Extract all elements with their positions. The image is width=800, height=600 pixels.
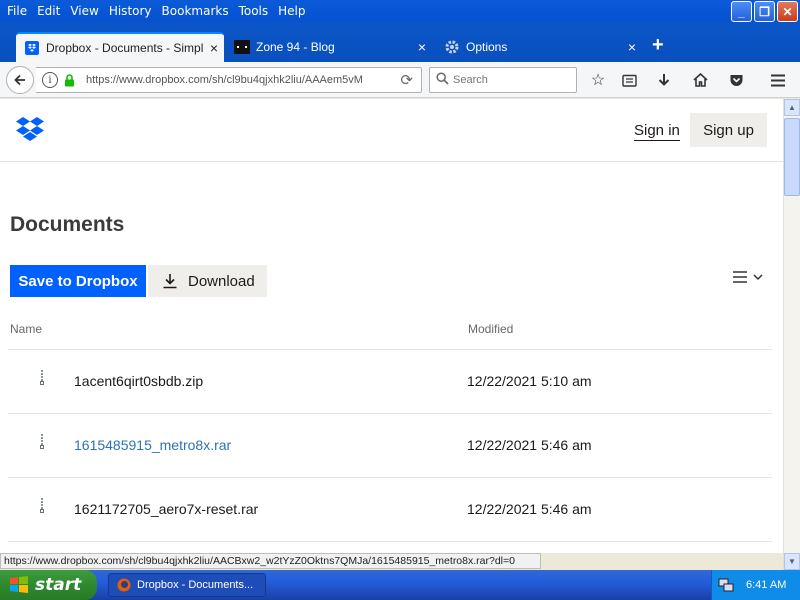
hamburger-menu-icon[interactable]	[766, 68, 790, 92]
file-name[interactable]: 1acent6qirt0sbdb.zip	[74, 373, 203, 389]
maximize-button[interactable]: ❐	[754, 1, 775, 22]
vertical-scrollbar[interactable]: ▲ ▼	[783, 99, 800, 570]
tab-label: Zone 94 - Blog	[256, 40, 335, 54]
taskbar: start Dropbox - Documents... 6:41 AM	[0, 570, 800, 600]
system-tray: 6:41 AM	[711, 570, 800, 600]
tab-zone94[interactable]: Zone 94 - Blog ×	[226, 32, 432, 62]
save-to-dropbox-button[interactable]: Save to Dropbox	[10, 265, 146, 297]
reading-list-icon[interactable]	[617, 68, 641, 92]
back-button[interactable]	[6, 66, 34, 94]
menu-edit[interactable]: Edit	[32, 0, 65, 22]
file-row[interactable]: 1615485915_metro8x.rar 12/22/2021 5:46 a…	[8, 413, 772, 477]
file-modified: 12/22/2021 5:46 am	[467, 437, 592, 453]
tab-label: Options	[466, 40, 508, 54]
status-url: https://www.dropbox.com/sh/cl9bu4qjxhk2l…	[0, 553, 541, 569]
menu-file[interactable]: File	[2, 0, 32, 22]
scroll-up-icon[interactable]: ▲	[784, 99, 800, 116]
file-modified: 12/22/2021 5:10 am	[467, 373, 592, 389]
lock-icon	[64, 73, 80, 87]
list-view-icon	[733, 271, 747, 283]
url-bar[interactable]: i https://www.dropbox.com/sh/cl9bu4qjxhk…	[36, 67, 422, 93]
scroll-thumb[interactable]	[784, 118, 800, 196]
windows-logo-icon	[10, 576, 28, 593]
scroll-down-icon[interactable]: ▼	[784, 553, 800, 570]
close-tab-icon[interactable]: ×	[622, 39, 642, 55]
menu-view[interactable]: View	[65, 0, 103, 22]
tab-strip: Dropbox - Documents - Simpli... × Zone 9…	[0, 22, 800, 62]
download-button[interactable]: Download	[148, 265, 267, 297]
menu-bookmarks[interactable]: Bookmarks	[157, 0, 234, 22]
close-tab-icon[interactable]: ×	[204, 40, 224, 56]
zip-file-icon	[37, 370, 47, 389]
menu-history[interactable]: History	[104, 0, 157, 22]
taskbar-item-label: Dropbox - Documents...	[137, 579, 254, 591]
column-header-name[interactable]: Name	[10, 322, 42, 336]
zip-file-icon	[37, 434, 47, 453]
pocket-icon[interactable]	[724, 68, 748, 92]
tab-label: Dropbox - Documents - Simpli...	[46, 41, 204, 55]
file-row[interactable]: 1621172705_aero7x-reset.rar 12/22/2021 5…	[8, 477, 772, 541]
column-header-modified[interactable]: Modified	[468, 322, 513, 336]
sign-in-link[interactable]: Sign in	[634, 122, 680, 141]
firefox-icon	[117, 578, 131, 592]
network-icon[interactable]	[718, 578, 734, 592]
file-name[interactable]: 1615485915_metro8x.rar	[74, 437, 231, 453]
menu-tools[interactable]: Tools	[234, 0, 274, 22]
zone94-icon	[234, 39, 250, 55]
minimize-button[interactable]: _	[731, 1, 752, 22]
menu-help[interactable]: Help	[273, 0, 310, 22]
gear-icon	[444, 39, 460, 55]
site-info-icon[interactable]: i	[42, 72, 58, 88]
url-text[interactable]: https://www.dropbox.com/sh/cl9bu4qjxhk2l…	[86, 74, 364, 86]
close-tab-icon[interactable]: ×	[412, 39, 432, 55]
sign-up-button[interactable]: Sign up	[690, 113, 767, 147]
dropbox-icon	[24, 40, 40, 56]
new-tab-button[interactable]: +	[652, 34, 664, 57]
close-window-button[interactable]: ✕	[777, 1, 798, 22]
page-title: Documents	[10, 213, 125, 236]
chevron-down-icon	[753, 274, 763, 281]
bookmark-star-icon[interactable]: ☆	[586, 68, 610, 92]
start-button[interactable]: start	[0, 570, 97, 600]
downloads-icon[interactable]	[652, 68, 676, 92]
download-icon	[163, 274, 177, 289]
clock[interactable]: 6:41 AM	[746, 579, 786, 591]
download-label: Download	[188, 272, 255, 290]
tab-dropbox[interactable]: Dropbox - Documents - Simpli... ×	[16, 32, 224, 62]
back-arrow-icon	[14, 74, 25, 86]
start-label: start	[35, 575, 82, 595]
search-icon	[436, 72, 449, 88]
file-modified: 12/22/2021 5:46 am	[467, 501, 592, 517]
taskbar-item-firefox[interactable]: Dropbox - Documents...	[108, 573, 266, 597]
home-icon[interactable]	[688, 68, 712, 92]
menu-bar: File Edit View History Bookmarks Tools H…	[0, 0, 800, 22]
search-input[interactable]	[453, 74, 563, 86]
file-row[interactable]: 1acent6qirt0sbdb.zip 12/22/2021 5:10 am	[8, 349, 772, 413]
tab-options[interactable]: Options ×	[436, 32, 642, 62]
file-name[interactable]: 1621172705_aero7x-reset.rar	[74, 501, 258, 517]
reload-icon[interactable]: ⟳	[400, 71, 413, 89]
search-bar[interactable]	[429, 67, 577, 93]
zip-file-icon	[37, 498, 47, 517]
header-divider	[0, 161, 783, 162]
navigation-toolbar: i https://www.dropbox.com/sh/cl9bu4qjxhk…	[0, 62, 800, 98]
row-divider	[8, 541, 772, 542]
page-content: Sign in Sign up Documents Save to Dropbo…	[0, 99, 783, 553]
view-toggle[interactable]	[733, 271, 763, 283]
dropbox-logo-icon[interactable]	[16, 117, 44, 144]
